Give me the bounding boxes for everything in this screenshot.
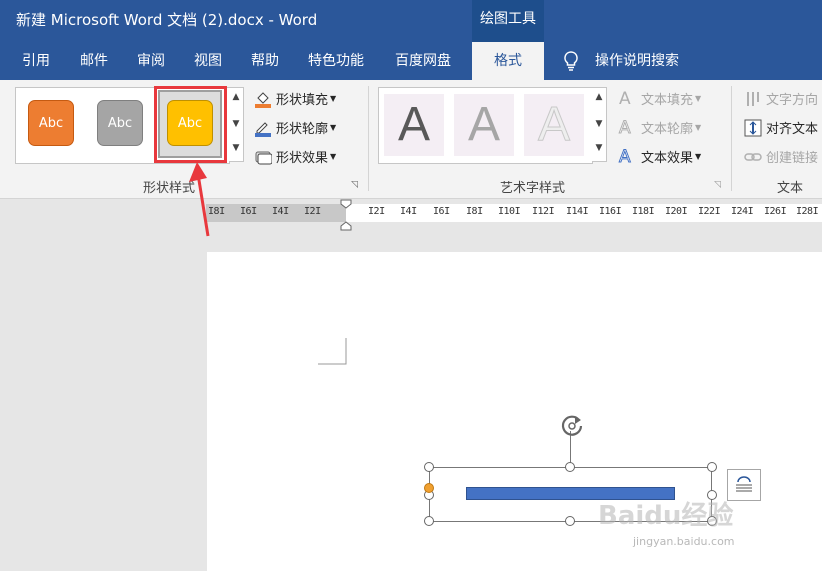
adjust-handle[interactable] xyxy=(424,483,434,493)
link-icon xyxy=(744,148,762,166)
ruler-tick: I10I xyxy=(498,206,521,217)
ruler-tick: I24I xyxy=(731,206,754,217)
resize-handle-top-left[interactable] xyxy=(424,462,434,472)
rotate-handle-icon[interactable] xyxy=(557,412,589,444)
margin-corner-mark xyxy=(318,338,347,365)
gallery-more-button[interactable]: ▼ xyxy=(229,143,243,153)
tab-view[interactable]: 视图 xyxy=(194,42,222,80)
text-outline-label: 文本轮廓 xyxy=(641,122,694,137)
resize-handle-bottom-left[interactable] xyxy=(424,516,434,526)
group-divider xyxy=(731,86,732,191)
ruler-tick: I12I xyxy=(532,206,555,217)
text-effects-button[interactable]: A 文本效果 ▼ xyxy=(619,146,702,167)
create-link-label: 创建链接 xyxy=(766,151,819,166)
wordart-more-button[interactable]: ▼ xyxy=(592,143,606,153)
text-effects-label: 文本效果 xyxy=(641,151,694,166)
wordart-sample-letter: A xyxy=(467,98,500,151)
shape-outline-label: 形状轮廓 xyxy=(276,122,329,137)
align-text-button[interactable]: 对齐文本 xyxy=(744,118,818,137)
text-fill-icon: A xyxy=(619,88,631,109)
text-fill-label: 文本填充 xyxy=(641,93,694,108)
wordart-sample-letter: A xyxy=(397,98,430,151)
text-effects-icon: A xyxy=(619,146,632,167)
ruler-tick: I8I xyxy=(466,206,483,217)
wordart-styles-group-label: 艺术字样式 xyxy=(500,181,566,196)
pen-outline-icon xyxy=(254,119,272,137)
tab-help[interactable]: 帮助 xyxy=(251,42,279,80)
shape-fill-button[interactable]: 形状填充 ▼ xyxy=(254,89,336,108)
ruler-tick: I22I xyxy=(698,206,721,217)
ruler-tick: I2I xyxy=(304,206,321,217)
gallery-scroll-down-button[interactable]: ▼ xyxy=(229,119,243,129)
align-text-icon xyxy=(744,119,762,137)
watermark-brand: Baidu经验 xyxy=(598,501,734,531)
window-title: 新建 Microsoft Word 文档 (2).docx - Word xyxy=(16,11,318,29)
watermark-url: jingyan.baidu.com xyxy=(633,535,735,548)
shape-style-orange-button[interactable]: Abc xyxy=(28,100,74,146)
indent-marker-icon[interactable] xyxy=(340,199,352,235)
wordart-scroll-up-button[interactable]: ▲ xyxy=(592,92,606,102)
wordart-sample-letter: A xyxy=(537,98,570,152)
ruler-tick: I4I xyxy=(400,206,417,217)
wordart-scroll-down-button[interactable]: ▼ xyxy=(592,119,606,129)
lightbulb-icon[interactable] xyxy=(562,51,580,75)
ruler-tick: I18I xyxy=(632,206,655,217)
highlight-box xyxy=(154,86,227,163)
tab-review[interactable]: 审阅 xyxy=(137,42,165,80)
resize-handle-top-right[interactable] xyxy=(707,462,717,472)
dialog-launcher-icon[interactable]: ◹ xyxy=(714,180,721,190)
shape-style-gray-button[interactable]: Abc xyxy=(97,100,143,146)
shape-style-label: Abc xyxy=(38,115,64,131)
ruler-tick: I20I xyxy=(665,206,688,217)
shape-outline-button[interactable]: 形状轮廓 ▼ xyxy=(254,118,336,137)
wordart-sample-gray[interactable]: A xyxy=(454,94,514,156)
ruler-tick: I6I xyxy=(433,206,450,217)
resize-handle-bottom[interactable] xyxy=(565,516,575,526)
wordart-sample-dark[interactable]: A xyxy=(384,94,444,156)
group-divider xyxy=(368,86,369,191)
tab-references[interactable]: 引用 xyxy=(22,42,50,80)
tab-baidu-netdisk[interactable]: 百度网盘 xyxy=(395,42,451,80)
resize-handle-top[interactable] xyxy=(565,462,575,472)
tab-special-features[interactable]: 特色功能 xyxy=(308,42,364,80)
text-group-label: 文本 xyxy=(777,181,804,196)
ruler-tick: I2I xyxy=(368,206,385,217)
ruler-tick: I28I xyxy=(796,206,819,217)
dialog-launcher-icon[interactable]: ◹ xyxy=(351,180,358,190)
tell-me-search[interactable]: 操作说明搜索 xyxy=(595,42,679,80)
text-direction-button[interactable]: 文字方向 xyxy=(744,89,818,108)
tab-mailings[interactable]: 邮件 xyxy=(80,42,108,80)
paint-bucket-icon xyxy=(254,90,272,108)
shape-style-label: Abc xyxy=(107,115,133,131)
shape-fill-label: 形状填充 xyxy=(276,93,329,108)
annotation-arrow-icon xyxy=(189,162,210,237)
ruler-tick: I14I xyxy=(566,206,589,217)
gallery-scroll-up-button[interactable]: ▲ xyxy=(229,92,243,102)
text-outline-button[interactable]: A 文本轮廓 ▼ xyxy=(619,117,702,138)
ruler-tick: I6I xyxy=(240,206,257,217)
create-link-button[interactable]: 创建链接 xyxy=(744,147,818,166)
shape-effects-icon xyxy=(254,148,273,166)
text-outline-icon: A xyxy=(619,117,632,138)
ruler-tick: I16I xyxy=(599,206,622,217)
drawing-tools-context-label: 绘图工具 xyxy=(472,0,544,42)
tab-format[interactable]: 格式 xyxy=(472,42,544,80)
text-direction-icon xyxy=(744,90,762,108)
text-fill-button[interactable]: A 文本填充 ▼ xyxy=(619,88,701,109)
text-direction-label: 文字方向 xyxy=(766,93,819,108)
ruler-tick: I4I xyxy=(272,206,289,217)
ruler-tick: I26I xyxy=(764,206,787,217)
wordart-sample-outline[interactable]: A xyxy=(524,94,584,156)
shape-effects-label: 形状效果 xyxy=(276,151,329,166)
align-text-label: 对齐文本 xyxy=(766,122,819,137)
shape-effects-button[interactable]: 形状效果 ▼ xyxy=(254,147,336,166)
